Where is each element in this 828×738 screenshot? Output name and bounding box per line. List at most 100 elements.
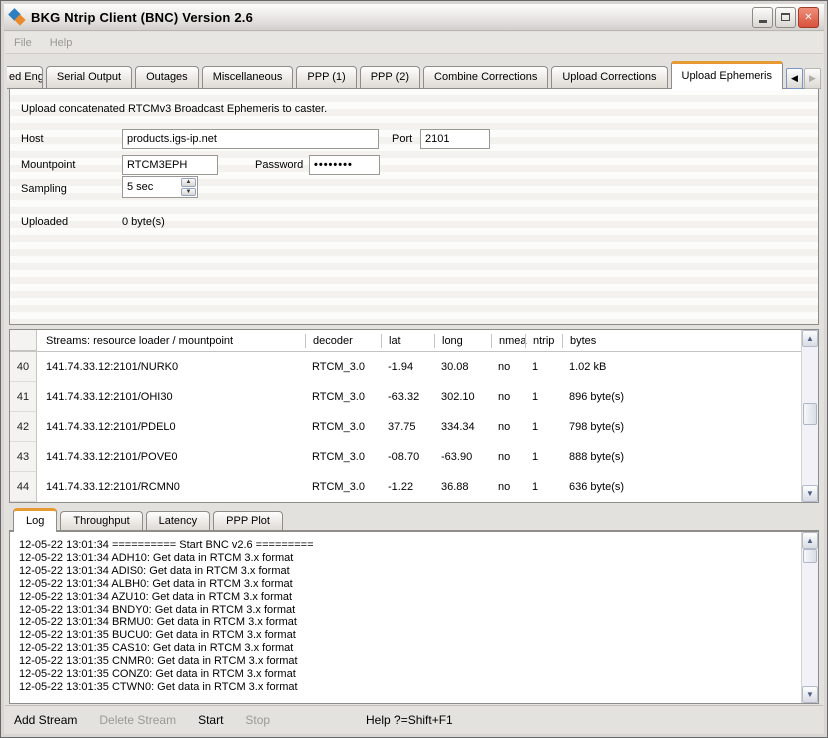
cell-nmea: no [491, 451, 525, 463]
log-line: 12-05-22 13:01:35 CONZ0: Get data in RTC… [19, 668, 797, 681]
maximize-button[interactable] [775, 7, 796, 28]
chevron-down-icon: ▼ [186, 189, 192, 195]
scroll-up-button[interactable]: ▲ [802, 330, 818, 347]
title-bar: BKG Ntrip Client (BNC) Version 2.6 ✕ [4, 4, 824, 31]
cell-long: -63.90 [434, 451, 491, 463]
col-streams[interactable]: Streams: resource loader / mountpoint [37, 334, 305, 348]
password-input[interactable] [309, 155, 380, 175]
col-lat[interactable]: lat [381, 334, 434, 348]
tab-log[interactable]: Log [13, 508, 57, 531]
row-number: 40 [10, 352, 37, 382]
scrollbar-track[interactable] [802, 347, 818, 485]
table-row[interactable]: 40 141.74.33.12:2101/NURK0 RTCM_3.0 -1.9… [10, 352, 801, 382]
tab-combine-corrections[interactable]: Combine Corrections [423, 66, 548, 89]
app-window: BKG Ntrip Client (BNC) Version 2.6 ✕ Fil… [0, 0, 828, 738]
close-button[interactable]: ✕ [798, 7, 819, 28]
spin-up-button[interactable]: ▲ [181, 178, 196, 187]
minimize-icon [759, 20, 767, 23]
streams-scrollbar[interactable]: ▲ ▼ [801, 330, 818, 502]
menu-help[interactable]: Help [50, 37, 73, 49]
log-scrollbar[interactable]: ▲ ▼ [801, 532, 818, 703]
table-row[interactable]: 44 141.74.33.12:2101/RCMN0 RTCM_3.0 -1.2… [10, 472, 801, 502]
tab-serial-output[interactable]: Serial Output [46, 66, 132, 89]
tab-scroll-right-button[interactable]: ▶ [804, 68, 821, 89]
tab-upload-corrections[interactable]: Upload Corrections [551, 66, 667, 89]
chevron-down-icon: ▼ [806, 489, 814, 498]
col-decoder[interactable]: decoder [305, 334, 381, 348]
cell-bytes: 896 byte(s) [562, 391, 801, 403]
tab-latency[interactable]: Latency [146, 511, 211, 531]
scrollbar-thumb[interactable] [803, 549, 817, 563]
cell-ntrip: 1 [525, 451, 562, 463]
cell-stream: 141.74.33.12:2101/RCMN0 [37, 481, 305, 493]
cell-ntrip: 1 [525, 361, 562, 373]
log-line: 12-05-22 13:01:34 AZU10: Get data in RTC… [19, 591, 797, 604]
window-title: BKG Ntrip Client (BNC) Version 2.6 [31, 10, 253, 25]
col-nmea[interactable]: nmea [491, 334, 525, 348]
cell-nmea: no [491, 421, 525, 433]
tab-throughput[interactable]: Throughput [60, 511, 142, 531]
cell-long: 302.10 [434, 391, 491, 403]
table-row[interactable]: 41 141.74.33.12:2101/OHI30 RTCM_3.0 -63.… [10, 382, 801, 412]
spin-down-button[interactable]: ▼ [181, 188, 196, 197]
password-label: Password [255, 159, 303, 171]
cell-stream: 141.74.33.12:2101/PDEL0 [37, 421, 305, 433]
cell-bytes: 636 byte(s) [562, 481, 801, 493]
log-line: 12-05-22 13:01:35 BUCU0: Get data in RTC… [19, 629, 797, 642]
minimize-button[interactable] [752, 7, 773, 28]
scroll-down-button[interactable]: ▼ [802, 485, 818, 502]
col-ntrip[interactable]: ntrip [525, 334, 562, 348]
start-button[interactable]: Start [198, 713, 223, 727]
arrow-right-icon: ▶ [809, 73, 816, 84]
tab-outages[interactable]: Outages [135, 66, 199, 89]
chevron-down-icon: ▼ [806, 690, 814, 699]
table-row[interactable]: 42 141.74.33.12:2101/PDEL0 RTCM_3.0 37.7… [10, 412, 801, 442]
sampling-label: Sampling [21, 183, 67, 195]
port-input[interactable] [420, 129, 490, 149]
tab-miscellaneous[interactable]: Miscellaneous [202, 66, 294, 89]
scroll-up-button[interactable]: ▲ [802, 532, 818, 549]
mountpoint-label: Mountpoint [21, 159, 75, 171]
chevron-up-icon: ▲ [806, 334, 814, 343]
cell-stream: 141.74.33.12:2101/POVE0 [37, 451, 305, 463]
cell-long: 36.88 [434, 481, 491, 493]
stop-button[interactable]: Stop [245, 713, 270, 727]
col-long[interactable]: long [434, 334, 491, 348]
cell-decoder: RTCM_3.0 [305, 361, 381, 373]
tab-ppp-plot[interactable]: PPP Plot [213, 511, 283, 531]
cell-decoder: RTCM_3.0 [305, 451, 381, 463]
arrow-left-icon: ◀ [791, 73, 798, 84]
menu-file[interactable]: File [14, 37, 32, 49]
tab-ppp-2[interactable]: PPP (2) [360, 66, 420, 89]
col-bytes[interactable]: bytes [562, 334, 801, 348]
cell-lat: -1.22 [381, 481, 434, 493]
tab-ppp-1[interactable]: PPP (1) [296, 66, 356, 89]
cell-decoder: RTCM_3.0 [305, 481, 381, 493]
corner-header-cell [10, 330, 37, 351]
log-tab-bar: Log Throughput Latency PPP Plot [13, 507, 819, 531]
tab-feed-engine[interactable]: ed Engine [7, 66, 43, 89]
cell-ntrip: 1 [525, 421, 562, 433]
delete-stream-button[interactable]: Delete Stream [99, 713, 176, 727]
log-line: 12-05-22 13:01:34 ALBH0: Get data in RTC… [19, 578, 797, 591]
add-stream-button[interactable]: Add Stream [14, 713, 77, 727]
cell-decoder: RTCM_3.0 [305, 391, 381, 403]
scrollbar-track[interactable] [802, 549, 818, 686]
tab-scroll-left-button[interactable]: ◀ [786, 68, 803, 89]
app-icon [9, 9, 26, 26]
sampling-spinner[interactable]: 5 sec ▲ ▼ [122, 176, 198, 198]
log-line: 12-05-22 13:01:35 CNMR0: Get data in RTC… [19, 655, 797, 668]
port-label: Port [392, 133, 412, 145]
log-line: 12-05-22 13:01:34 BNDY0: Get data in RTC… [19, 604, 797, 617]
log-output[interactable]: 12-05-22 13:01:34 ========== Start BNC v… [10, 532, 801, 703]
log-line: 12-05-22 13:01:34 BRMU0: Get data in RTC… [19, 616, 797, 629]
mountpoint-input[interactable] [122, 155, 218, 175]
host-input[interactable] [122, 129, 379, 149]
tab-upload-ephemeris[interactable]: Upload Ephemeris [671, 61, 784, 89]
row-number: 44 [10, 472, 37, 502]
table-row[interactable]: 43 141.74.33.12:2101/POVE0 RTCM_3.0 -08.… [10, 442, 801, 472]
scroll-down-button[interactable]: ▼ [802, 686, 818, 703]
scrollbar-thumb[interactable] [803, 403, 817, 425]
log-panel: 12-05-22 13:01:34 ========== Start BNC v… [9, 531, 819, 704]
log-line: 12-05-22 13:01:34 ========== Start BNC v… [19, 539, 797, 552]
